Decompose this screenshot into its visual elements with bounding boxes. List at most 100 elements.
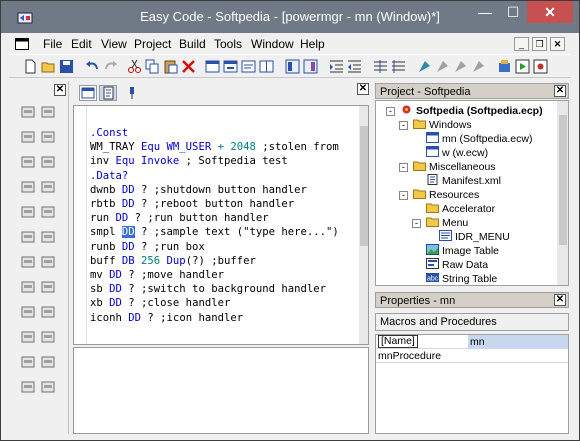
mdi-close-button[interactable]: ✕ [550, 37, 565, 51]
tree-node[interactable]: Accelerator [426, 202, 495, 216]
mdi-minimize-button[interactable]: _ [514, 37, 529, 51]
code-line[interactable]: xb DD ? ;close handler [90, 296, 360, 310]
tree-node[interactable]: Raw Data [426, 258, 488, 272]
tree-node[interactable]: Resources [413, 188, 479, 202]
grid-tool-icon[interactable] [21, 355, 35, 369]
indent-icon[interactable] [329, 59, 344, 74]
toggle-palette-icon[interactable] [285, 59, 300, 74]
treeview-tool-icon[interactable] [41, 305, 55, 319]
statusbar-tool-icon[interactable] [21, 330, 35, 344]
next-bookmark-icon[interactable] [435, 59, 450, 74]
code-line[interactable]: iconh DD ? ;icon handler [90, 311, 360, 325]
tree-node[interactable]: Manifest.xml [426, 174, 501, 188]
tree-scroll-thumb[interactable] [559, 115, 567, 245]
uncomment-block-icon[interactable] [391, 59, 406, 74]
menu-tools[interactable]: Tools [214, 37, 242, 51]
editor-scroll-thumb[interactable] [360, 126, 368, 246]
debug-icon[interactable] [533, 59, 548, 74]
maximize-button[interactable]: ☐ [499, 1, 527, 23]
tree-expander[interactable]: - [399, 191, 408, 200]
tree-expander[interactable]: - [399, 121, 408, 130]
open-folder-icon[interactable] [41, 59, 56, 74]
clear-bookmarks-icon[interactable] [471, 59, 486, 74]
tree-node[interactable]: Menu [426, 216, 468, 230]
menu-file[interactable]: File [43, 37, 62, 51]
code-line[interactable]: rbtb DD ? ;reboot button handler [90, 197, 360, 211]
paste-icon[interactable] [163, 59, 178, 74]
image-tool-icon[interactable] [21, 205, 35, 219]
editor-vertical-scrollbar[interactable] [359, 106, 368, 344]
tree-node[interactable]: Miscellaneous [413, 160, 496, 174]
code-line[interactable]: buff DB 256 Dup(?) ;buffer [90, 254, 360, 268]
output-pane[interactable] [73, 347, 369, 434]
toggle-project-icon[interactable] [303, 59, 318, 74]
menu-view[interactable]: View [101, 37, 127, 51]
code-line[interactable]: .Data? [90, 169, 360, 183]
code-view-icon[interactable] [241, 59, 256, 74]
tree-node[interactable]: Windows [413, 118, 472, 132]
redo-icon[interactable] [103, 59, 118, 74]
code-line[interactable]: dwnb DD ? ;shutdown button handler [90, 183, 360, 197]
outdent-icon[interactable] [347, 59, 362, 74]
tree-vertical-scrollbar[interactable] [557, 101, 568, 285]
property-row[interactable]: mnProcedure [376, 349, 568, 363]
edit-tool-icon[interactable] [21, 180, 35, 194]
tree-node[interactable]: mn (Softpedia.ecw) [426, 132, 532, 146]
copy-icon[interactable] [145, 59, 160, 74]
code-line[interactable]: inv Equ Invoke ; Softpedia test [90, 154, 360, 168]
cut-icon[interactable] [127, 59, 142, 74]
property-value[interactable]: mn [468, 335, 568, 349]
tree-node[interactable]: Softpedia (Softpedia.ecp) [400, 104, 543, 118]
toolbar-tool-icon[interactable] [41, 330, 55, 344]
code-line[interactable]: .Const [90, 126, 360, 140]
tree-expander[interactable]: - [386, 107, 395, 116]
listview-tool-icon[interactable] [21, 305, 35, 319]
window-view-icon[interactable] [205, 59, 220, 74]
label-tool-icon[interactable] [41, 105, 55, 119]
window-designer-tab[interactable] [79, 85, 97, 101]
code-line[interactable]: smpl DD ? ;sample text ("type here...") [90, 225, 360, 239]
split-view-icon[interactable] [259, 59, 274, 74]
listbox-tool-icon[interactable] [41, 180, 55, 194]
code-line[interactable]: WM_TRAY Equ WM_USER + 2048 ;stolen from [90, 140, 360, 154]
tree-expander[interactable]: - [412, 219, 421, 228]
pointer-tool-icon[interactable] [21, 105, 35, 119]
tree-node[interactable]: Image Table [426, 244, 499, 258]
combobox-tool-icon[interactable] [41, 205, 55, 219]
property-row[interactable]: [Name] mn [376, 335, 568, 349]
palette-close-button[interactable]: ✕ [54, 84, 66, 96]
menu-project[interactable]: Project [134, 37, 171, 51]
prev-bookmark-icon[interactable] [453, 59, 468, 74]
build-icon[interactable] [497, 59, 512, 74]
button-tool-icon[interactable] [41, 130, 55, 144]
progress-tool-icon[interactable] [21, 255, 35, 269]
document-window-icon[interactable] [15, 38, 29, 50]
properties-category-select[interactable]: Macros and Procedures [375, 313, 569, 331]
hscroll-tool-icon[interactable] [21, 230, 35, 244]
pin-icon[interactable] [127, 86, 137, 100]
tree-expander[interactable]: - [399, 163, 408, 172]
tab-tool-icon[interactable] [41, 280, 55, 294]
close-button[interactable]: ✕ [527, 1, 573, 23]
richedit-tool-icon[interactable] [41, 355, 55, 369]
code-text[interactable]: .Const WM_TRAY Equ WM_USER + 2048 ;stolen… [90, 126, 360, 325]
menu-help[interactable]: Help [300, 37, 325, 51]
tree-node[interactable]: w (w.ecw) [426, 146, 488, 160]
undo-icon[interactable] [85, 59, 100, 74]
updown-tool-icon[interactable] [21, 280, 35, 294]
delete-icon[interactable] [181, 59, 196, 74]
bookmark-icon[interactable] [417, 59, 432, 74]
code-line[interactable]: mv DD ? ;move handler [90, 268, 360, 282]
code-line[interactable]: run DD ? ;run button handler [90, 211, 360, 225]
code-editor-tab[interactable] [99, 85, 117, 101]
mdi-restore-button[interactable]: ❐ [532, 37, 547, 51]
dialog-view-icon[interactable] [223, 59, 238, 74]
code-line[interactable]: sb DD ? ;switch to background handler [90, 282, 360, 296]
title-bar[interactable]: Easy Code - Softpedia - [powermgr - mn (… [1, 1, 579, 33]
editor-close-button[interactable]: ✕ [357, 83, 369, 95]
datetime-tool-icon[interactable] [21, 380, 35, 394]
vscroll-tool-icon[interactable] [41, 230, 55, 244]
minimize-button[interactable]: — [471, 1, 499, 23]
hotkey-tool-icon[interactable] [41, 380, 55, 394]
run-icon[interactable] [515, 59, 530, 74]
